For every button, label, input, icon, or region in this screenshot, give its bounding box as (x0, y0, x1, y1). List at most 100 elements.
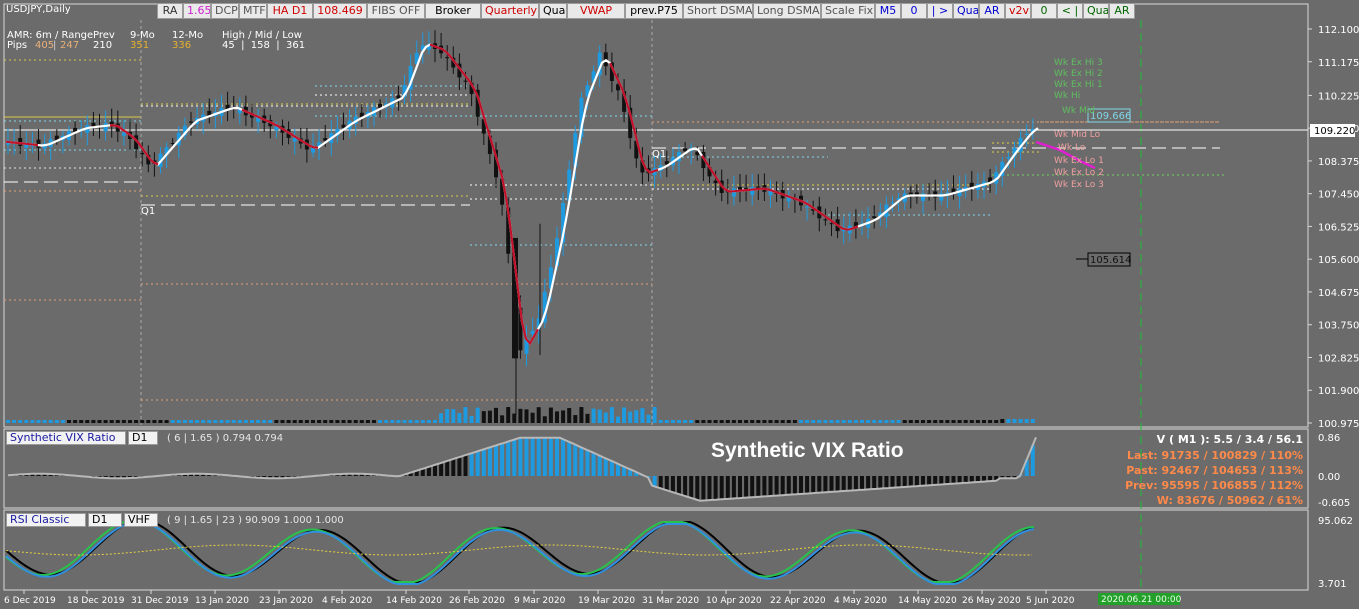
price-axis-label: 112.100 (1318, 25, 1359, 36)
date-axis-label: 14 May 2020 (898, 596, 957, 606)
weekly-level-label: Wk Ex Lo 1 (1054, 156, 1104, 166)
volume-bar (390, 420, 395, 423)
volume-bar (42, 420, 47, 423)
volume-bar (536, 407, 541, 423)
toolbar-button[interactable]: Short DSMA (683, 3, 753, 19)
toolbar-button[interactable]: v2v (1005, 3, 1031, 19)
volume-bar (280, 420, 285, 423)
volume-bar (524, 409, 529, 423)
toolbar-button[interactable]: AR (979, 3, 1005, 19)
candle-body (829, 223, 834, 225)
toolbar-button[interactable]: FIBS OFF (367, 3, 425, 19)
volume-bar (109, 420, 114, 423)
toolbar-button[interactable]: 1.65 (183, 3, 211, 19)
vix-timeframe-label[interactable]: D1 (128, 431, 158, 445)
toolbar-button[interactable]: HA D1 (267, 3, 313, 19)
date-axis-label: 19 Mar 2020 (578, 596, 635, 606)
candle-body (18, 138, 23, 146)
toolbar-button[interactable]: MTF (239, 3, 267, 19)
volume-bar (341, 420, 346, 423)
volume-bar (750, 420, 755, 423)
vix-bar (658, 476, 663, 489)
date-axis-label: 13 Jan 2020 (195, 596, 249, 606)
volume-bar (487, 410, 492, 423)
toolbar-button[interactable]: RA (157, 3, 183, 19)
vix-bar (799, 476, 803, 494)
toolbar-button[interactable]: AR (1109, 3, 1135, 19)
volume-bar (30, 420, 35, 423)
vix-bar (841, 476, 846, 492)
volume-bar (591, 408, 596, 423)
rsi-vhf-label[interactable]: VHF (124, 513, 158, 527)
low-price-label: 105.614 (1090, 255, 1131, 266)
volume-bar (609, 407, 614, 423)
vix-bar (481, 449, 486, 476)
vix-bar (762, 476, 767, 497)
candle-body (121, 132, 126, 136)
toolbar-button[interactable]: VWAP (567, 3, 625, 19)
volume-bar (225, 420, 230, 423)
vix-bar (445, 460, 450, 476)
volume-bar (201, 420, 206, 423)
volume-bar (445, 408, 450, 423)
volume-bar (768, 420, 773, 423)
toolbar-button[interactable]: 108.469 (313, 3, 367, 19)
volume-bar (146, 420, 151, 423)
volume-bar (1024, 419, 1029, 423)
volume-bar (317, 420, 322, 423)
toolbar-button[interactable]: Qua (539, 3, 567, 19)
toolbar-button[interactable]: Qua (1083, 3, 1109, 19)
volume-bar (683, 420, 688, 423)
volume-bar (353, 420, 358, 423)
rsi-indicator-label[interactable]: RSI Classic (6, 513, 86, 527)
toolbar-button[interactable]: 0 (901, 3, 927, 19)
vix-bar (439, 462, 444, 476)
volume-bar (237, 420, 242, 423)
weekly-level-label: Wk Ex Lo 2 (1054, 168, 1104, 178)
volume-bar (298, 420, 303, 423)
date-axis-label: 4 May 2020 (834, 596, 887, 606)
vix-bar (951, 476, 956, 484)
weekly-level-label: Wk Mid (1062, 106, 1095, 116)
volume-bar (311, 420, 315, 423)
price-axis-label: 107.450 (1318, 190, 1359, 201)
toolbar-button[interactable]: Broker (425, 3, 481, 19)
candle-body (463, 80, 468, 82)
vix-bar (829, 476, 834, 492)
volume-bar (1012, 419, 1017, 423)
vix-indicator-label[interactable]: Synthetic VIX Ratio (6, 431, 126, 445)
volume-bar (451, 409, 456, 423)
toolbar-button[interactable]: | > (927, 3, 953, 19)
toolbar-button[interactable]: Long DSMA (753, 3, 821, 19)
vix-bar (670, 476, 675, 493)
volume-bar (689, 420, 694, 423)
toolbar-button[interactable]: Quarterly (481, 3, 539, 19)
toolbar-button[interactable]: prev.P75 (625, 3, 683, 19)
toolbar-button[interactable]: M5 (875, 3, 901, 19)
volume-bar (1006, 419, 1011, 423)
volume-bar (707, 420, 712, 423)
volume-bar (274, 420, 279, 423)
date-axis-label: 9 Mar 2020 (514, 596, 566, 606)
volume-bar (542, 416, 547, 423)
volume-bar (475, 407, 480, 423)
vix-bar (530, 437, 535, 476)
volume-bar (378, 420, 383, 423)
vix-bar (939, 476, 944, 485)
date-axis-label: 26 May 2020 (962, 596, 1021, 606)
rsi-timeframe-label[interactable]: D1 (88, 513, 122, 527)
candle-body (713, 180, 718, 184)
toolbar-button[interactable]: Qua (953, 3, 979, 19)
amr-6m-value: 405 (35, 40, 55, 51)
volume-bar (176, 420, 181, 423)
toolbar-button[interactable]: DCP (211, 3, 239, 19)
toolbar-button[interactable]: Scale Fix (821, 3, 875, 19)
vix-bar (890, 476, 895, 488)
toolbar-button[interactable]: < | (1057, 3, 1083, 19)
chart-window[interactable]: 112.100111.175110.225109.300108.375107.4… (0, 0, 1359, 609)
toolbar-button[interactable]: 0 (1031, 3, 1057, 19)
vix-bar (597, 455, 602, 476)
date-axis-label: 31 Dec 2019 (131, 596, 189, 606)
volume-bar (396, 420, 401, 423)
volume-bar (799, 420, 803, 423)
